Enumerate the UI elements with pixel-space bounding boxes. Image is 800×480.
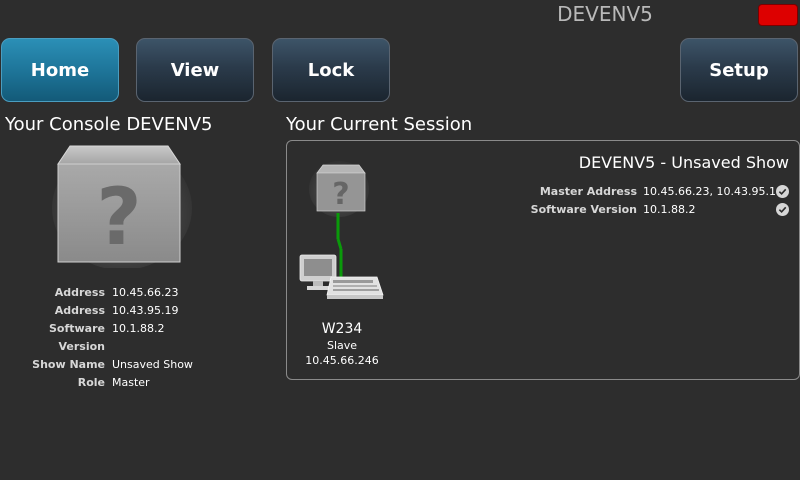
session-info: Master Address 10.45.66.23, 10.43.95.19 … — [527, 183, 797, 219]
info-row: Address 10.45.66.23 — [0, 284, 193, 302]
info-label: Role — [77, 376, 105, 389]
info-value: 10.45.66.23 — [112, 286, 179, 299]
software-version-label: Software Version — [530, 203, 637, 216]
check-circle-icon — [776, 203, 789, 216]
node-name: W234 — [321, 321, 363, 337]
node-role: Slave — [326, 339, 358, 352]
svg-text:?: ? — [332, 177, 349, 212]
master-console-icon: ? — [309, 161, 369, 217]
master-address-row: Master Address 10.45.66.23, 10.43.95.19 — [527, 183, 797, 201]
software-version-row: Software Version 10.1.88.2 — [527, 201, 797, 219]
lock-button[interactable]: Lock — [272, 38, 390, 102]
info-value: 10.43.95.19 — [112, 304, 179, 317]
info-value: 10.1.88.2 — [112, 322, 165, 335]
unknown-console-icon: ? — [52, 145, 192, 268]
view-button[interactable]: View — [136, 38, 254, 102]
svg-text:?: ? — [96, 173, 141, 263]
home-button[interactable]: Home — [1, 38, 119, 102]
session-heading: Your Current Session — [286, 114, 473, 135]
session-title: DEVENV5 - Unsaved Show — [578, 153, 789, 172]
link-line — [336, 213, 343, 277]
master-address-value: 10.45.66.23, 10.43.95.19 — [643, 185, 783, 198]
session-topology: ? — [299, 161, 384, 299]
check-circle-icon — [776, 185, 789, 198]
info-row: Show Name Unsaved Show — [0, 356, 193, 374]
info-label: Software Version — [49, 322, 105, 353]
session-panel: DEVENV5 - Unsaved Show Master Address 10… — [286, 140, 800, 380]
console-name-title: DEVENV5 — [557, 2, 653, 26]
info-label: Show Name — [32, 358, 105, 371]
info-row: Role Master — [0, 374, 193, 392]
info-label: Address — [54, 286, 105, 299]
status-indicator[interactable] — [758, 4, 798, 26]
node-address: 10.45.66.246 — [305, 354, 379, 367]
software-version-value: 10.1.88.2 — [643, 203, 696, 216]
console-heading: Your Console DEVENV5 — [5, 114, 213, 135]
master-address-label: Master Address — [539, 185, 637, 198]
info-row: Address 10.43.95.19 — [0, 302, 193, 320]
console-info-table: Address 10.45.66.23 Address 10.43.95.19 … — [0, 284, 193, 392]
info-label: Address — [54, 304, 105, 317]
info-row: Software Version 10.1.88.2 — [0, 320, 193, 356]
setup-button[interactable]: Setup — [680, 38, 798, 102]
info-value: Unsaved Show — [112, 358, 193, 371]
info-value: Master — [112, 376, 150, 389]
